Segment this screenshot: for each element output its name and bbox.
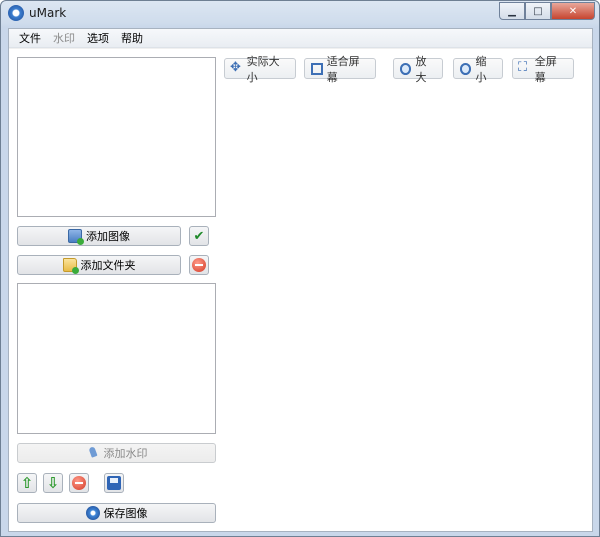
close-button[interactable]: ✕ xyxy=(551,2,595,20)
pin-icon xyxy=(86,446,100,460)
full-screen-icon xyxy=(518,60,531,75)
preview-canvas[interactable] xyxy=(224,87,586,527)
menu-bar: 文件 水印 选项 帮助 xyxy=(9,29,592,48)
save-watermark-button[interactable] xyxy=(104,473,124,493)
add-image-icon xyxy=(68,229,84,245)
move-up-button[interactable]: ⇧ xyxy=(17,473,37,493)
fit-screen-label: 适合屏幕 xyxy=(326,54,360,84)
move-down-button[interactable]: ⇩ xyxy=(43,473,63,493)
zoom-in-icon xyxy=(400,62,412,75)
save-image-button[interactable]: 保存图像 xyxy=(17,503,216,523)
add-folder-icon xyxy=(62,258,79,274)
caption-buttons: ▁ □ ✕ xyxy=(499,2,595,20)
zoom-out-label: 缩小 xyxy=(475,54,487,84)
arrow-up-icon: ⇧ xyxy=(20,473,34,492)
actual-size-label: 实际大小 xyxy=(246,54,280,84)
menu-watermark[interactable]: 水印 xyxy=(47,30,81,46)
remove-watermark-button[interactable] xyxy=(69,473,89,493)
image-list[interactable] xyxy=(17,57,216,217)
fit-screen-icon xyxy=(311,62,323,75)
window-title: uMark xyxy=(29,6,67,20)
remove-image-button[interactable] xyxy=(189,255,209,275)
arrow-down-icon: ⇩ xyxy=(46,473,60,492)
title-bar[interactable]: uMark ▁ □ ✕ xyxy=(1,1,599,26)
maximize-button[interactable]: □ xyxy=(525,2,551,20)
menu-options[interactable]: 选项 xyxy=(81,30,115,46)
add-watermark-button[interactable]: 添加水印 xyxy=(17,443,216,463)
floppy-disk-icon xyxy=(107,476,121,490)
add-folder-button[interactable]: 添加文件夹 xyxy=(17,255,181,275)
work-area: 添加图像 ✔ 添加文件夹 添加水印 ⇧ ⇩ 保存图像 ✥ 实际大小 适合屏幕 放… xyxy=(9,49,592,531)
zoom-out-icon xyxy=(460,62,472,75)
add-image-label: 添加图像 xyxy=(86,230,130,243)
watermark-list[interactable] xyxy=(17,283,216,434)
actual-size-button[interactable]: 实际大小 xyxy=(224,55,296,84)
add-watermark-label: 添加水印 xyxy=(103,447,148,460)
app-window: uMark ▁ □ ✕ 文件 水印 选项 帮助 添加图像 ✔ 添加文件夹 添加水… xyxy=(0,0,600,537)
menu-help[interactable]: 帮助 xyxy=(115,30,149,46)
actual-size-icon xyxy=(230,60,243,75)
confirm-button[interactable]: ✔ xyxy=(189,226,209,246)
zoom-in-button[interactable]: 放大 xyxy=(393,55,443,84)
client-area: 文件 水印 选项 帮助 添加图像 ✔ 添加文件夹 添加水印 ⇧ ⇩ 保存图像 ✥… xyxy=(8,28,593,532)
add-image-button[interactable]: 添加图像 xyxy=(17,226,181,246)
zoom-in-label: 放大 xyxy=(415,54,427,84)
add-folder-label: 添加文件夹 xyxy=(80,259,136,272)
minimize-button[interactable]: ▁ xyxy=(499,2,525,20)
zoom-out-button[interactable]: 缩小 xyxy=(453,55,503,84)
full-screen-label: 全屏幕 xyxy=(534,54,557,84)
app-logo-icon xyxy=(8,5,24,21)
remove-watermark-icon xyxy=(72,476,86,490)
fit-screen-button[interactable]: 适合屏幕 xyxy=(304,55,376,84)
full-screen-button[interactable]: 全屏幕 xyxy=(512,55,574,84)
menu-file[interactable]: 文件 xyxy=(13,30,47,46)
remove-icon xyxy=(192,258,206,272)
save-image-label: 保存图像 xyxy=(103,507,148,520)
check-icon: ✔ xyxy=(193,228,205,244)
save-image-icon xyxy=(85,506,100,520)
